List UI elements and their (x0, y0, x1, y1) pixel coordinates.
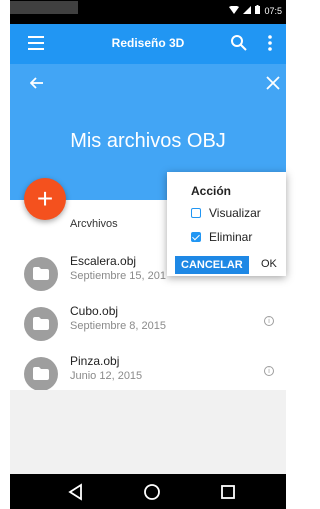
cancel-button[interactable]: CANCELAR (175, 256, 249, 274)
add-file-button[interactable]: + (24, 178, 66, 220)
status-icons: 07:5 (229, 5, 282, 16)
wifi-icon (229, 5, 240, 16)
section-title: Arcvhivos (70, 218, 118, 230)
close-icon[interactable] (266, 74, 280, 95)
folder-icon (24, 257, 58, 291)
app-bar: Rediseño 3D (10, 24, 286, 64)
status-time: 07:5 (264, 5, 282, 16)
battery-icon (255, 5, 261, 16)
search-icon[interactable] (230, 34, 248, 52)
action-popup: Acción Visualizar Eliminar CANCELAR OK (167, 172, 286, 276)
file-date: Septiembre 8, 2015 (70, 320, 167, 332)
back-arrow-icon[interactable] (29, 76, 44, 95)
folder-icon (24, 307, 58, 341)
status-bar: 07:5 (10, 0, 286, 24)
option-visualizar[interactable]: Visualizar (191, 206, 261, 220)
navigation-bar (10, 474, 286, 509)
file-date: Junio 12, 2015 (70, 370, 143, 382)
option-eliminar[interactable]: Eliminar (191, 230, 252, 244)
popup-title: Acción (191, 184, 232, 198)
eliminar-checkbox[interactable] (191, 232, 201, 242)
visualizar-checkbox[interactable] (191, 208, 201, 218)
more-vert-icon[interactable] (268, 35, 272, 51)
option-label: Visualizar (209, 206, 261, 220)
file-name: Cubo.obj (70, 304, 119, 318)
file-name: Pinza.obj (70, 354, 120, 368)
nav-recents-icon[interactable] (218, 482, 238, 502)
status-bar-overlay (10, 1, 78, 14)
file-name: Escalera.obj (70, 254, 137, 268)
ok-button[interactable]: OK (261, 258, 277, 270)
info-icon[interactable]: i (264, 316, 274, 326)
nav-back-icon[interactable] (66, 482, 86, 502)
empty-area (10, 390, 286, 474)
option-label: Eliminar (209, 230, 253, 244)
file-date: Septiembre 15, 201 (70, 270, 167, 282)
list-item[interactable]: Cubo.obj Septiembre 8, 2015 i (10, 300, 286, 350)
signal-icon (243, 5, 252, 16)
folder-icon (24, 357, 58, 391)
info-icon[interactable]: i (264, 366, 274, 376)
folder-title: Mis archivos OBJ (70, 130, 226, 152)
nav-home-icon[interactable] (142, 482, 162, 502)
